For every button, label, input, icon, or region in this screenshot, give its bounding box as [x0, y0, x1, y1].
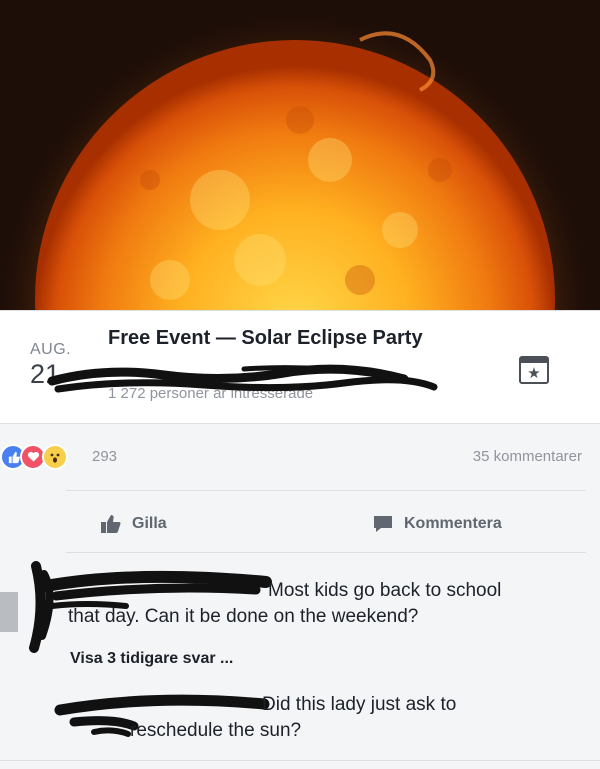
divider	[66, 490, 586, 491]
event-interested-count: 1 272 personer är intresserade	[108, 385, 314, 402]
event-day: 21	[30, 359, 61, 389]
divider	[0, 760, 600, 761]
comment-text: that day. Can it be done on the weekend?	[68, 606, 419, 627]
comment-label: Kommentera	[404, 515, 502, 532]
reactions-bar: 293 35 kommentarer	[0, 438, 600, 474]
thumbs-up-icon	[100, 514, 122, 534]
comment-button[interactable]: Kommentera	[372, 510, 502, 538]
event-month: AUG.	[30, 341, 72, 358]
sun-image	[0, 0, 600, 312]
wow-icon[interactable]	[42, 444, 68, 470]
save-event-button[interactable]: ★	[519, 356, 549, 384]
divider	[66, 552, 586, 553]
event-card[interactable]: AUG. 21 Free Event — Solar Eclipse Party…	[0, 310, 600, 424]
event-cover-photo[interactable]	[0, 0, 600, 312]
event-title[interactable]: Free Event — Solar Eclipse Party	[108, 327, 423, 350]
comment-text: Most kids go back to school	[268, 580, 502, 601]
reaction-count[interactable]: 293	[92, 448, 117, 465]
view-previous-replies-link[interactable]: Visa 3 tidigare svar ...	[70, 650, 233, 668]
reply-text: reschedule the sun?	[130, 720, 302, 741]
avatar[interactable]	[0, 592, 18, 632]
reply-text: Did this lady just ask to	[262, 694, 457, 715]
comment-count[interactable]: 35 kommentarer	[473, 448, 582, 465]
comment-bubble-icon	[372, 514, 394, 534]
like-label: Gilla	[132, 515, 167, 532]
like-button[interactable]: Gilla	[100, 510, 167, 538]
star-icon: ★	[527, 364, 541, 382]
